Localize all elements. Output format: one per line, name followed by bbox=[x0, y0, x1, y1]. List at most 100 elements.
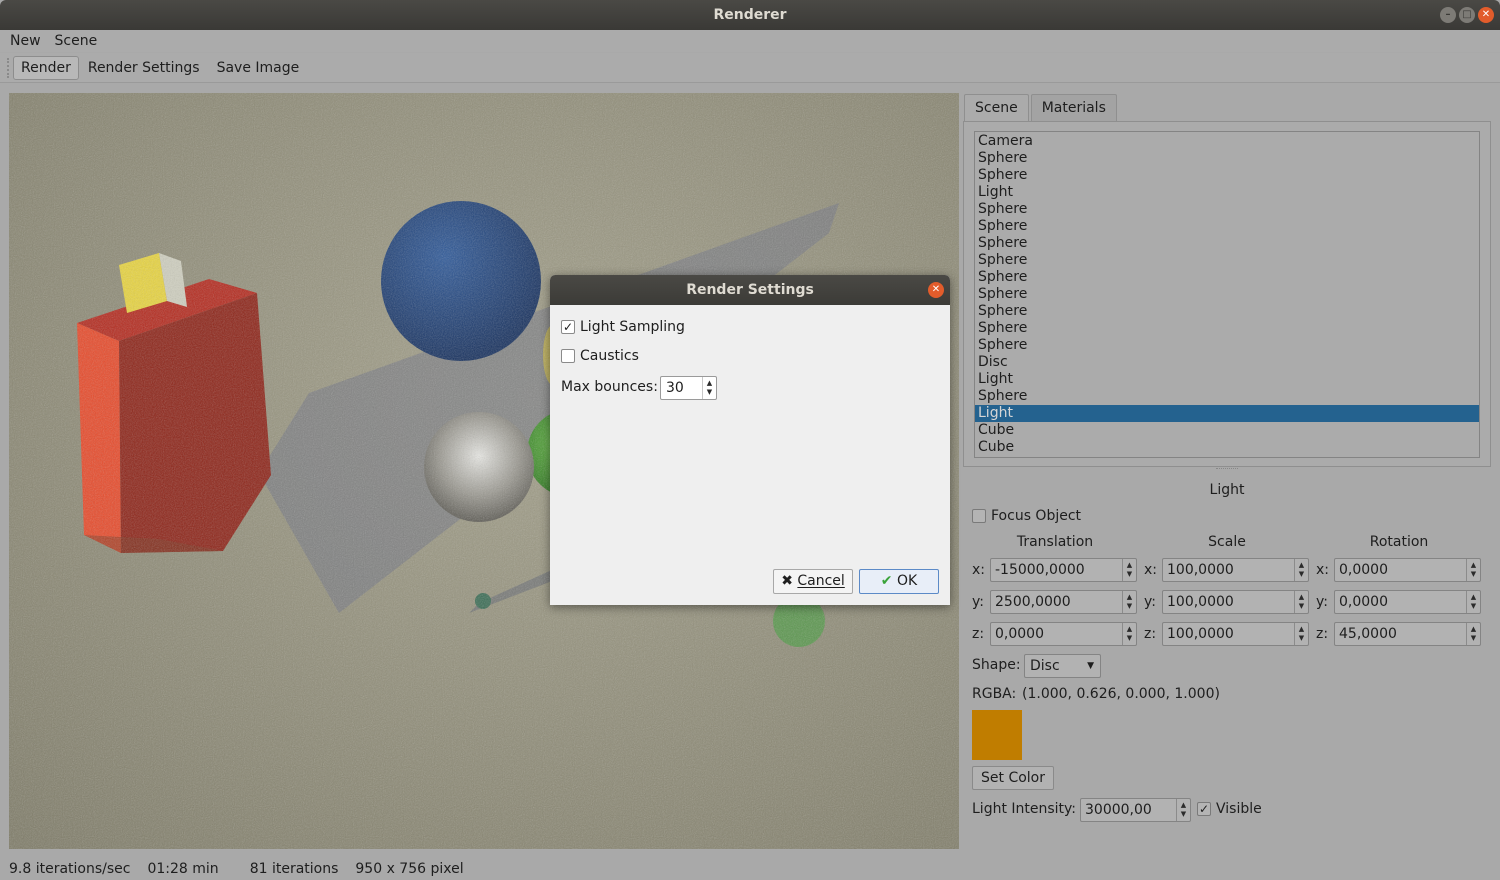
list-item[interactable]: Sphere bbox=[975, 150, 1479, 167]
translation-y-value: 2500,0000 bbox=[995, 594, 1071, 610]
light-intensity-label: Light Intensity: bbox=[972, 801, 1077, 817]
scale-y-spinbox[interactable]: 100,0000 ▲ ▼ bbox=[1162, 590, 1309, 614]
window-titlebar: Renderer – □ ✕ bbox=[0, 0, 1500, 30]
scale-y-value: 100,0000 bbox=[1167, 594, 1234, 610]
toolbar: Render Render Settings Save Image bbox=[0, 53, 1500, 83]
max-bounces-label: Max bounces: bbox=[561, 379, 658, 395]
scene-object-list[interactable]: Camera Sphere Sphere Light Sphere Sphere Spher… bbox=[974, 131, 1480, 458]
list-item[interactable]: Sphere bbox=[975, 388, 1479, 405]
close-icon[interactable]: ✕ bbox=[1478, 7, 1494, 23]
render-settings-dialog: Render Settings ✕ ✓ Light Sampling Caust… bbox=[550, 275, 950, 605]
rotation-header: Rotation bbox=[1369, 534, 1429, 550]
statusbar: 9.8 iterations/sec 01:28 min 81 iteratio… bbox=[0, 858, 1500, 880]
rotation-y-spinbox[interactable]: 0,0000 ▲ ▼ bbox=[1334, 590, 1481, 614]
scale-x-spinbox[interactable]: 100,0000 ▲ ▼ bbox=[1162, 558, 1309, 582]
list-item[interactable]: Cube bbox=[975, 439, 1479, 456]
list-item[interactable]: Sphere bbox=[975, 167, 1479, 184]
checkmark-icon: ✓ bbox=[1198, 802, 1210, 816]
rotation-x-label: x: bbox=[1316, 562, 1330, 578]
list-item[interactable]: Sphere bbox=[975, 201, 1479, 218]
scale-z-value: 100,0000 bbox=[1167, 626, 1234, 642]
tab-scene[interactable]: Scene bbox=[964, 94, 1029, 123]
rotation-x-value: 0,0000 bbox=[1339, 562, 1388, 578]
list-item[interactable]: Sphere bbox=[975, 269, 1479, 286]
visible-checkbox[interactable]: ✓ bbox=[1197, 802, 1211, 816]
shape-label: Shape: bbox=[972, 657, 1021, 673]
cancel-label: Cancel bbox=[797, 573, 845, 589]
spin-arrows-icon[interactable]: ▲ ▼ bbox=[1466, 591, 1480, 613]
shape-value: Disc bbox=[1030, 658, 1060, 674]
save-image-button[interactable]: Save Image bbox=[209, 56, 308, 80]
tab-materials[interactable]: Materials bbox=[1030, 94, 1117, 122]
scale-x-label: x: bbox=[1144, 562, 1158, 578]
panel-tabs: Scene Materials bbox=[964, 94, 1119, 123]
spin-arrows-icon[interactable]: ▲ ▼ bbox=[702, 377, 716, 399]
translation-header: Translation bbox=[1016, 534, 1094, 550]
translation-x-label: x: bbox=[972, 562, 986, 578]
rotation-z-value: 45,0000 bbox=[1339, 626, 1397, 642]
list-item[interactable]: Camera bbox=[975, 133, 1479, 150]
spin-arrows-icon[interactable]: ▲ ▼ bbox=[1122, 623, 1136, 645]
close-icon[interactable]: ✕ bbox=[928, 282, 944, 298]
ok-button[interactable]: ✔ OK bbox=[859, 569, 939, 594]
dialog-title: Render Settings bbox=[686, 282, 814, 298]
translation-y-label: y: bbox=[972, 594, 984, 610]
color-swatch bbox=[972, 710, 1022, 760]
list-item[interactable]: Light bbox=[975, 405, 1479, 422]
maximize-icon[interactable]: □ bbox=[1459, 7, 1475, 23]
scale-x-value: 100,0000 bbox=[1167, 562, 1234, 578]
spin-arrows-icon[interactable]: ▲ ▼ bbox=[1294, 591, 1308, 613]
focus-object-label: Focus Object bbox=[991, 508, 1082, 524]
checkmark-icon: ✓ bbox=[562, 320, 574, 334]
light-sampling-checkbox[interactable]: ✓ bbox=[561, 320, 575, 334]
list-item[interactable]: Sphere bbox=[975, 218, 1479, 235]
menu-new[interactable]: New bbox=[10, 33, 41, 49]
list-item[interactable]: Light bbox=[975, 371, 1479, 388]
focus-object-checkbox[interactable] bbox=[972, 509, 986, 523]
list-item[interactable]: Sphere bbox=[975, 303, 1479, 320]
status-time: 01:28 min bbox=[147, 861, 219, 877]
list-item[interactable]: Sphere bbox=[975, 252, 1479, 269]
light-intensity-spinbox[interactable]: 30000,00 ▲ ▼ bbox=[1080, 798, 1191, 822]
spin-arrows-icon[interactable]: ▲ ▼ bbox=[1294, 623, 1308, 645]
caustics-checkbox[interactable] bbox=[561, 349, 575, 363]
scale-z-spinbox[interactable]: 100,0000 ▲ ▼ bbox=[1162, 622, 1309, 646]
cancel-button[interactable]: ✖ Cancel bbox=[773, 569, 853, 594]
light-sampling-label: Light Sampling bbox=[580, 319, 685, 335]
toolbar-grip[interactable] bbox=[7, 57, 11, 78]
list-item[interactable]: Disc bbox=[975, 354, 1479, 371]
list-item[interactable]: Sphere bbox=[975, 320, 1479, 337]
rotation-z-label: z: bbox=[1316, 626, 1329, 642]
shape-select[interactable]: Disc ▼ bbox=[1024, 654, 1101, 678]
spin-arrows-icon[interactable]: ▲ ▼ bbox=[1176, 799, 1190, 821]
rotation-z-spinbox[interactable]: 45,0000 ▲ ▼ bbox=[1334, 622, 1481, 646]
window-controls: – □ ✕ bbox=[1440, 7, 1494, 23]
translation-x-spinbox[interactable]: -15000,0000 ▲ ▼ bbox=[990, 558, 1137, 582]
render-button[interactable]: Render bbox=[13, 55, 79, 80]
rotation-x-spinbox[interactable]: 0,0000 ▲ ▼ bbox=[1334, 558, 1481, 582]
translation-y-spinbox[interactable]: 2500,0000 ▲ ▼ bbox=[990, 590, 1137, 614]
list-item[interactable]: Sphere bbox=[975, 337, 1479, 354]
splitter-handle[interactable] bbox=[1216, 468, 1238, 470]
spin-arrows-icon[interactable]: ▲ ▼ bbox=[1122, 591, 1136, 613]
set-color-button[interactable]: Set Color bbox=[972, 766, 1054, 790]
menu-scene[interactable]: Scene bbox=[55, 33, 98, 49]
list-item[interactable]: Sphere bbox=[975, 235, 1479, 252]
x-icon: ✖ bbox=[781, 573, 793, 589]
translation-z-spinbox[interactable]: 0,0000 ▲ ▼ bbox=[990, 622, 1137, 646]
max-bounces-spinbox[interactable]: 30 ▲ ▼ bbox=[660, 376, 717, 400]
menubar: New Scene bbox=[0, 30, 1500, 52]
spin-arrows-icon[interactable]: ▲ ▼ bbox=[1294, 559, 1308, 581]
ok-label: OK bbox=[896, 573, 918, 589]
list-item[interactable]: Light bbox=[975, 184, 1479, 201]
spin-arrows-icon[interactable]: ▲ ▼ bbox=[1466, 623, 1480, 645]
translation-z-value: 0,0000 bbox=[995, 626, 1044, 642]
spin-arrows-icon[interactable]: ▲ ▼ bbox=[1466, 559, 1480, 581]
scale-z-label: z: bbox=[1144, 626, 1157, 642]
minimize-icon[interactable]: – bbox=[1440, 7, 1456, 23]
render-settings-button[interactable]: Render Settings bbox=[80, 56, 208, 80]
list-item[interactable]: Sphere bbox=[975, 286, 1479, 303]
rgba-value: (1.000, 0.626, 0.000, 1.000) bbox=[1022, 686, 1220, 702]
list-item[interactable]: Cube bbox=[975, 422, 1479, 439]
spin-arrows-icon[interactable]: ▲ ▼ bbox=[1122, 559, 1136, 581]
